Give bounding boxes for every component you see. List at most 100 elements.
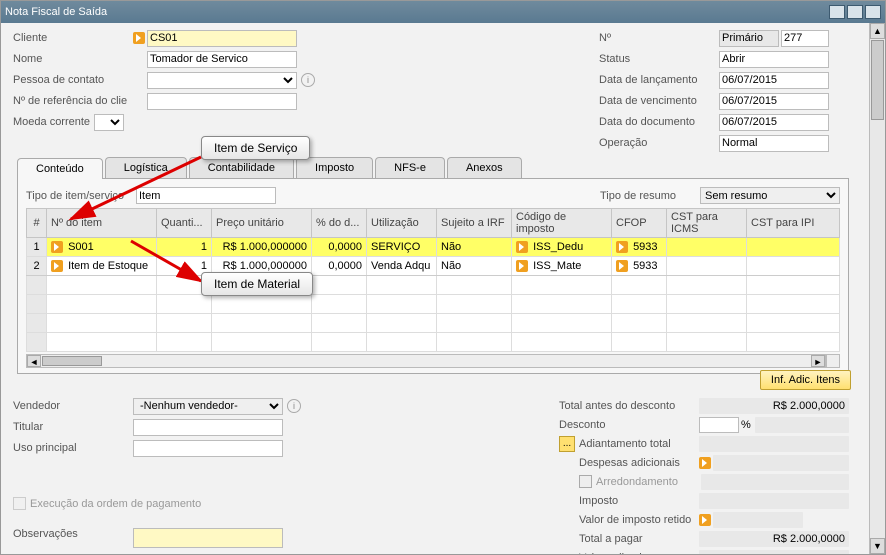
no-series[interactable]: Primário bbox=[719, 30, 779, 47]
doc-label: Data do documento bbox=[599, 116, 719, 128]
venc-label: Data de vencimento bbox=[599, 95, 719, 107]
items-grid[interactable]: # Nº do item Quanti... Preço unitário % … bbox=[26, 208, 840, 352]
col-item[interactable]: Nº do item bbox=[47, 209, 157, 238]
arred-value bbox=[701, 474, 849, 490]
table-row[interactable]: 2 Item de Estoque 1 R$ 1.000,000000 0,00… bbox=[27, 257, 840, 276]
obs-label: Observações bbox=[13, 528, 133, 540]
ref-label: Nº de referência do clie bbox=[13, 95, 133, 107]
adiant-value bbox=[699, 436, 849, 452]
col-cfop[interactable]: CFOP bbox=[612, 209, 667, 238]
tab-conteudo[interactable]: Conteúdo bbox=[17, 158, 103, 179]
info-icon[interactable]: i bbox=[301, 73, 315, 87]
venc-value[interactable]: 06/07/2015 bbox=[719, 93, 829, 110]
col-util[interactable]: Utilização bbox=[367, 209, 437, 238]
exec-checkbox bbox=[13, 497, 26, 510]
valor-apl-value bbox=[699, 550, 849, 555]
inf-adic-button[interactable]: Inf. Adic. Itens bbox=[760, 370, 851, 390]
col-cstipi[interactable]: CST para IPI bbox=[747, 209, 840, 238]
no-label: Nº bbox=[599, 32, 719, 44]
oper-label: Operação bbox=[599, 137, 719, 149]
nome-field[interactable]: Tomador de Servico bbox=[147, 51, 297, 68]
retido-label: Valor de imposto retido bbox=[579, 514, 699, 526]
moeda-select[interactable] bbox=[94, 114, 124, 131]
cliente-label: Cliente bbox=[13, 32, 133, 44]
tab-strip: Conteúdo Logística Contabilidade Imposto… bbox=[17, 157, 849, 179]
col-pct[interactable]: % do d... bbox=[312, 209, 367, 238]
exec-label: Execução da ordem de pagamento bbox=[30, 498, 201, 510]
moeda-label: Moeda corrente bbox=[13, 116, 90, 128]
valor-apl-label: Valor aplicado bbox=[579, 552, 699, 555]
adiant-button[interactable]: ... bbox=[559, 436, 575, 452]
col-preco[interactable]: Preço unitário bbox=[212, 209, 312, 238]
link-arrow-icon[interactable] bbox=[616, 260, 628, 272]
table-row[interactable]: 1 S001 1 R$ 1.000,000000 0,0000 SERVIÇO … bbox=[27, 238, 840, 257]
tab-contabilidade[interactable]: Contabilidade bbox=[189, 157, 294, 178]
table-row[interactable] bbox=[27, 333, 840, 352]
col-csticms[interactable]: CST para ICMS bbox=[667, 209, 747, 238]
no-value[interactable]: 277 bbox=[781, 30, 829, 47]
despesas-value bbox=[713, 455, 849, 471]
titular-input[interactable] bbox=[133, 419, 283, 436]
vendedor-select[interactable]: -Nenhum vendedor- bbox=[133, 398, 283, 415]
desconto-pct-input[interactable] bbox=[699, 417, 739, 433]
info-icon[interactable]: i bbox=[287, 399, 301, 413]
contato-label: Pessoa de contato bbox=[13, 74, 133, 86]
desconto-label: Desconto bbox=[559, 419, 699, 431]
close-button[interactable] bbox=[865, 5, 881, 19]
window-title: Nota Fiscal de Saída bbox=[5, 6, 107, 18]
resumo-select[interactable]: Sem resumo bbox=[700, 187, 840, 204]
adiant-label: Adiantamento total bbox=[579, 438, 699, 450]
table-row[interactable] bbox=[27, 276, 840, 295]
table-row[interactable] bbox=[27, 314, 840, 333]
vertical-scrollbar[interactable]: ▲ ▼ bbox=[869, 23, 885, 554]
retido-value bbox=[713, 512, 803, 528]
link-arrow-icon[interactable] bbox=[516, 260, 528, 272]
nome-label: Nome bbox=[13, 53, 133, 65]
total-antes-label: Total antes do desconto bbox=[559, 400, 699, 412]
link-arrow-icon[interactable] bbox=[51, 241, 63, 253]
table-row[interactable] bbox=[27, 295, 840, 314]
imposto-value bbox=[699, 493, 849, 509]
arred-checkbox bbox=[579, 475, 592, 488]
link-arrow-icon[interactable] bbox=[699, 514, 711, 526]
lanc-value[interactable]: 06/07/2015 bbox=[719, 72, 829, 89]
cliente-field[interactable]: CS01 bbox=[147, 30, 297, 47]
link-arrow-icon[interactable] bbox=[51, 260, 63, 272]
tab-logistica[interactable]: Logística bbox=[105, 157, 187, 178]
link-arrow-icon[interactable] bbox=[616, 241, 628, 253]
minimize-button[interactable] bbox=[829, 5, 845, 19]
grid-horizontal-scrollbar[interactable]: ◄► bbox=[26, 354, 826, 368]
callout-material: Item de Material bbox=[201, 272, 313, 296]
col-quant[interactable]: Quanti... bbox=[157, 209, 212, 238]
uso-label: Uso principal bbox=[13, 442, 133, 454]
tab-nfse[interactable]: NFS-e bbox=[375, 157, 445, 178]
tipo-item-label: Tipo de item/serviço bbox=[26, 190, 136, 202]
pct-suffix: % bbox=[741, 419, 751, 431]
lanc-label: Data de lançamento bbox=[599, 74, 719, 86]
col-num[interactable]: # bbox=[27, 209, 47, 238]
uso-input[interactable] bbox=[133, 440, 283, 457]
arred-label: Arredondamento bbox=[596, 476, 701, 488]
maximize-button[interactable] bbox=[847, 5, 863, 19]
ref-input[interactable] bbox=[147, 93, 297, 110]
titlebar: Nota Fiscal de Saída bbox=[1, 1, 885, 23]
link-arrow-icon[interactable] bbox=[699, 457, 711, 469]
link-arrow-icon[interactable] bbox=[133, 32, 145, 44]
imposto-label: Imposto bbox=[579, 495, 699, 507]
col-irf[interactable]: Sujeito a IRF bbox=[437, 209, 512, 238]
despesas-label: Despesas adicionais bbox=[579, 457, 699, 469]
total-pagar-label: Total a pagar bbox=[579, 533, 699, 545]
tab-anexos[interactable]: Anexos bbox=[447, 157, 522, 178]
status-value: Abrir bbox=[719, 51, 829, 68]
tipo-item-input[interactable] bbox=[136, 187, 276, 204]
doc-value[interactable]: 06/07/2015 bbox=[719, 114, 829, 131]
obs-textarea[interactable] bbox=[133, 528, 283, 548]
col-codimp[interactable]: Código de imposto bbox=[512, 209, 612, 238]
total-pagar-value: R$ 2.000,0000 bbox=[699, 531, 849, 547]
callout-servico: Item de Serviço bbox=[201, 136, 310, 160]
tab-imposto[interactable]: Imposto bbox=[296, 157, 373, 178]
oper-value[interactable]: Normal bbox=[719, 135, 829, 152]
link-arrow-icon[interactable] bbox=[516, 241, 528, 253]
contato-select[interactable] bbox=[147, 72, 297, 89]
titular-label: Titular bbox=[13, 421, 133, 433]
